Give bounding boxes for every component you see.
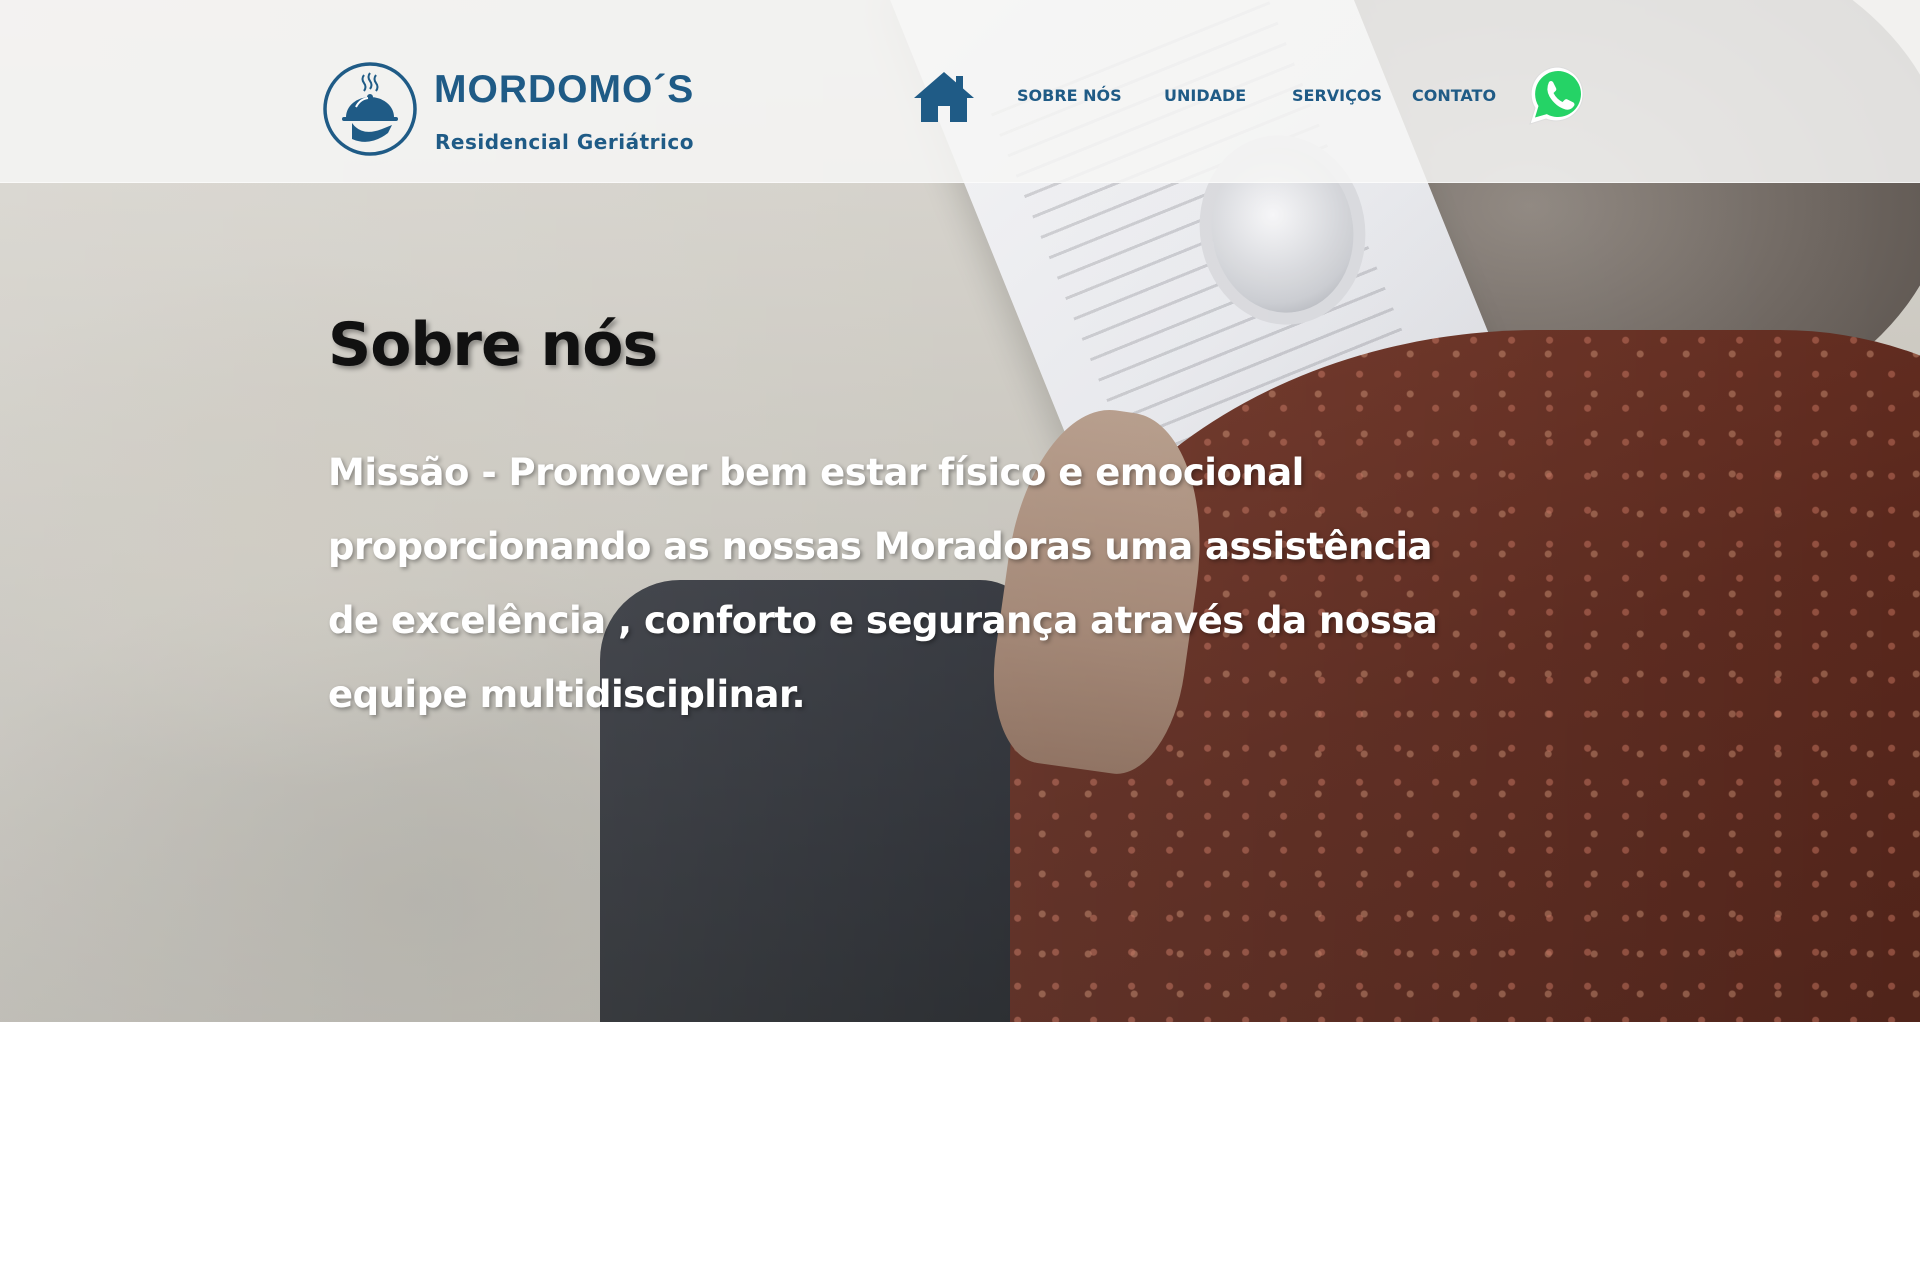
- whatsapp-button[interactable]: [1528, 64, 1588, 126]
- home-icon: [914, 72, 974, 122]
- site-logo[interactable]: MORDOMO´S Residencial Geriátrico: [322, 58, 695, 158]
- nav-home-button[interactable]: [912, 70, 976, 124]
- logo-name: MORDOMO´S: [434, 68, 695, 111]
- nav-link-unidade[interactable]: UNIDADE: [1164, 86, 1246, 105]
- site-header: MORDOMO´S Residencial Geriátrico SOBRE N…: [0, 0, 1920, 183]
- cloche-logo-icon: [323, 62, 417, 156]
- page-lower-section: [0, 1022, 1920, 1287]
- nav-link-sobre-nos[interactable]: SOBRE NÓS: [1017, 86, 1122, 105]
- page-title: Sobre nós: [328, 310, 658, 380]
- mission-text: Missão - Promover bem estar físico e emo…: [328, 451, 1438, 716]
- logo-subtitle: Residencial Geriátrico: [435, 130, 694, 154]
- nav-link-contato[interactable]: CONTATO: [1412, 86, 1496, 105]
- nav-link-servicos[interactable]: SERVIÇOS: [1292, 86, 1382, 105]
- whatsapp-icon: [1529, 66, 1584, 125]
